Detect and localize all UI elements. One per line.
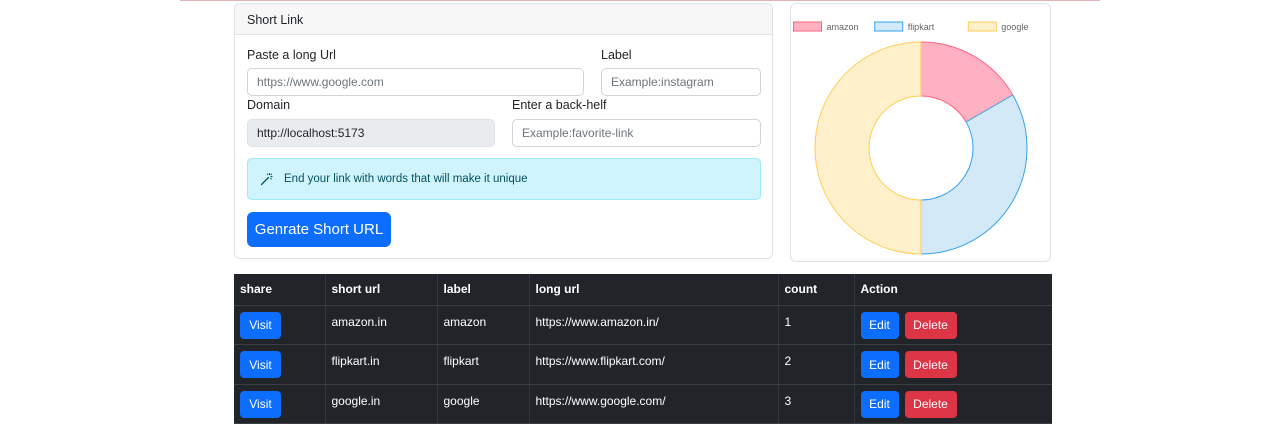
chart-card: amazon flipkart google <box>790 3 1051 262</box>
short-url-cell: google.in <box>325 384 438 424</box>
column-header-share: share <box>234 274 326 306</box>
domain-label: Domain <box>247 98 291 112</box>
legend-label-amazon[interactable]: amazon <box>827 22 859 32</box>
doughnut-slice-flipkart[interactable] <box>920 94 1028 255</box>
legend-swatch-amazon[interactable] <box>793 21 822 32</box>
long-url-cell: https://www.flipkart.com/ <box>529 344 779 385</box>
long-url-cell: https://www.amazon.in/ <box>529 305 779 345</box>
table-row: Visit amazon.in amazon https://www.amazo… <box>234 305 1052 345</box>
doughnut-slice-google[interactable] <box>814 41 922 255</box>
table-row: Visit google.in google https://www.googl… <box>234 384 1052 424</box>
doughnut-chart: amazon flipkart google <box>793 21 1028 255</box>
column-header-count: count <box>778 274 855 306</box>
share-cell: Visit <box>234 384 326 424</box>
links-table: share short url label long url count Act… <box>234 274 1052 424</box>
generate-short-url-button[interactable]: Genrate Short URL <box>247 212 391 247</box>
short-url-cell: amazon.in <box>325 305 438 345</box>
legend-label-google[interactable]: google <box>1001 22 1028 32</box>
label-cell: amazon <box>437 305 530 345</box>
alert-text: End your link with words that will make … <box>284 173 528 185</box>
legend-swatch-flipkart[interactable] <box>874 21 904 32</box>
label-input[interactable] <box>601 68 761 96</box>
count-cell: 1 <box>778 305 855 345</box>
visit-button[interactable]: Visit <box>240 390 281 418</box>
count-cell: 3 <box>778 384 855 424</box>
share-cell: Visit <box>234 344 326 385</box>
links-table-wrapper: share short url label long url count Act… <box>234 274 1052 424</box>
delete-button[interactable]: Delete <box>904 311 957 339</box>
share-cell: Visit <box>234 305 326 345</box>
label-label: Label <box>601 48 632 62</box>
column-header-long-url: long url <box>529 274 779 306</box>
count-cell: 2 <box>778 344 855 385</box>
action-cell: Edit Delete <box>854 305 1052 345</box>
long-url-label: Paste a long Url <box>247 48 336 62</box>
long-url-cell: https://www.google.com/ <box>529 384 779 424</box>
backhalf-label: Enter a back-helf <box>512 98 607 112</box>
legend-label-flipkart[interactable]: flipkart <box>908 22 935 32</box>
label-cell: flipkart <box>437 344 530 385</box>
visit-button[interactable]: Visit <box>240 311 281 339</box>
delete-button[interactable]: Delete <box>904 351 957 378</box>
column-header-action: Action <box>854 274 1052 306</box>
action-cell: Edit Delete <box>854 344 1052 385</box>
top-divider <box>180 0 1100 1</box>
edit-button[interactable]: Edit <box>860 390 899 418</box>
backhalf-input[interactable] <box>512 119 761 147</box>
table-header-row: share short url label long url count Act… <box>234 274 1052 306</box>
domain-field <box>247 119 495 147</box>
card-header: Short Link <box>235 4 772 35</box>
short-url-cell: flipkart.in <box>325 344 438 385</box>
column-header-label: label <box>437 274 530 306</box>
edit-button[interactable]: Edit <box>860 351 899 378</box>
label-cell: google <box>437 384 530 424</box>
edit-button[interactable]: Edit <box>860 311 899 339</box>
info-alert: End your link with words that will make … <box>247 158 761 200</box>
long-url-input[interactable] <box>247 68 584 96</box>
magic-wand-icon <box>260 172 274 186</box>
action-cell: Edit Delete <box>854 384 1052 424</box>
delete-button[interactable]: Delete <box>904 390 957 418</box>
visit-button[interactable]: Visit <box>240 351 281 378</box>
short-link-card: Short Link Paste a long Url Label Domain… <box>234 3 773 259</box>
table-row: Visit flipkart.in flipkart https://www.f… <box>234 344 1052 385</box>
legend-swatch-google[interactable] <box>967 21 997 32</box>
column-header-short-url: short url <box>325 274 438 306</box>
